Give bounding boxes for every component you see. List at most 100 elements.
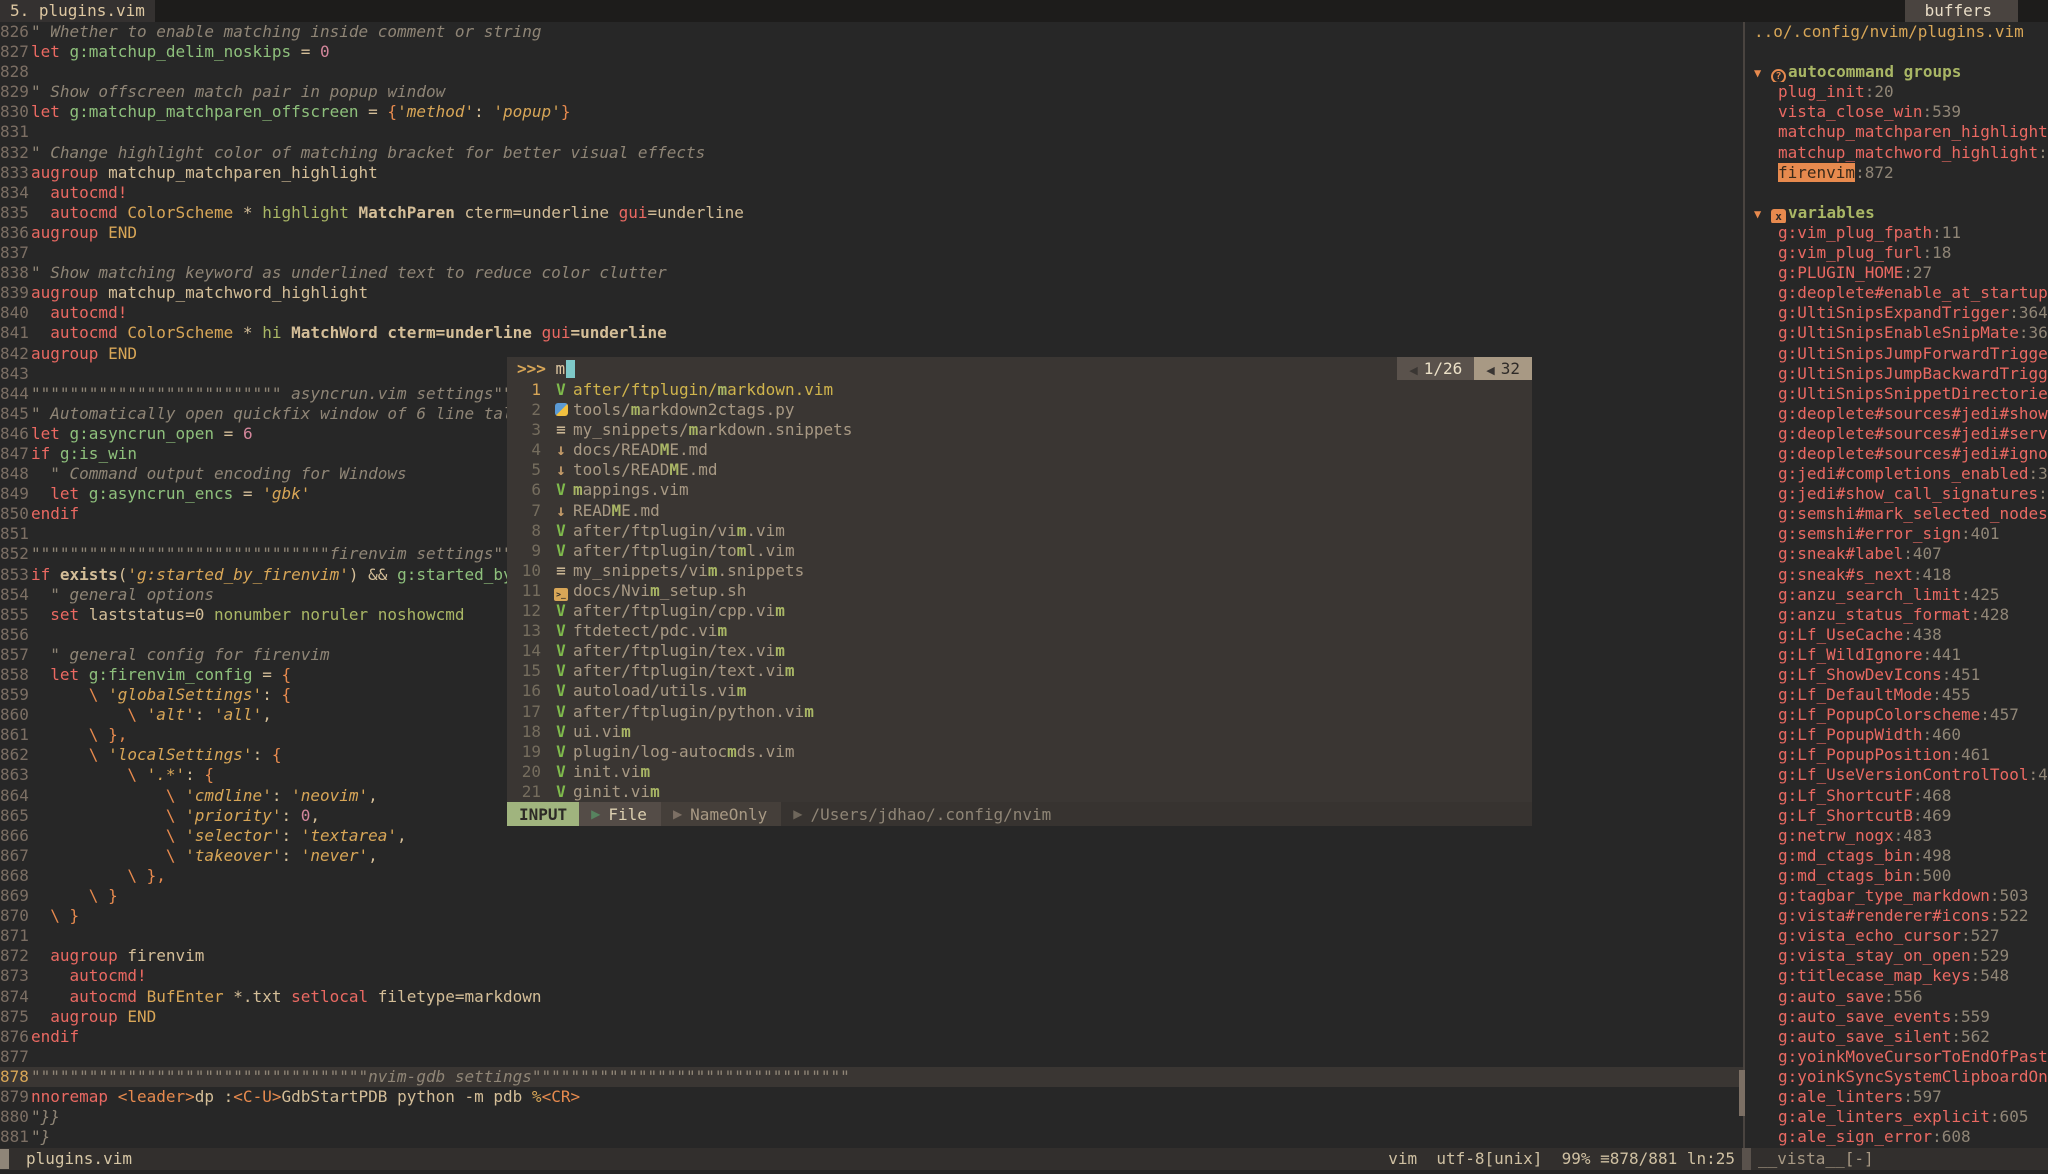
editor-line[interactable]: 840 autocmd!: [0, 303, 1743, 323]
vista-tag-item[interactable]: g:Lf_PopupWidth:460: [1745, 725, 2048, 745]
popup-file-row[interactable]: 15Vafter/ftplugin/text.vim: [507, 661, 1532, 681]
popup-file-row[interactable]: 10≡my_snippets/vim.snippets: [507, 561, 1532, 581]
vista-tag-item[interactable]: firenvim:872: [1745, 163, 2048, 183]
vista-tag-item[interactable]: g:ale_linters:597: [1745, 1087, 2048, 1107]
editor-line[interactable]: 878"""""""""""""""""""""""""""""""""""nv…: [0, 1067, 1743, 1087]
editor-line[interactable]: 841 autocmd ColorScheme * hi MatchWord c…: [0, 323, 1743, 343]
editor-line[interactable]: 837: [0, 243, 1743, 263]
vista-tag-item[interactable]: g:semshi#mark_selected_nodes: [1745, 504, 2048, 524]
editor-line[interactable]: 829" Show offscreen match pair in popup …: [0, 82, 1743, 102]
editor-line[interactable]: 868 \ },: [0, 866, 1743, 886]
popup-file-row[interactable]: 5↓tools/README.md: [507, 460, 1532, 480]
fold-arrow-icon[interactable]: ▼: [1754, 63, 1771, 82]
editor-line[interactable]: 879nnoremap <leader>dp :<C-U>GdbStartPDB…: [0, 1087, 1743, 1107]
vista-tag-item[interactable]: g:jedi#show_call_signatures:: [1745, 484, 2048, 504]
vista-tag-item[interactable]: g:auto_save_events:559: [1745, 1007, 2048, 1027]
vista-tag-item[interactable]: g:tagbar_type_markdown:503: [1745, 886, 2048, 906]
command-line[interactable]: [0, 1170, 2048, 1174]
popup-file-row[interactable]: 13Vftdetect/pdc.vim: [507, 621, 1532, 641]
vista-tag-item[interactable]: g:yoinkSyncSystemClipboardOn: [1745, 1067, 2048, 1087]
editor-line[interactable]: 867 \ 'takeover': 'never',: [0, 846, 1743, 866]
popup-file-row[interactable]: 7↓README.md: [507, 501, 1532, 521]
fold-arrow-icon[interactable]: ▼: [1754, 204, 1771, 223]
vista-tag-item[interactable]: g:Lf_WildIgnore:441: [1745, 645, 2048, 665]
popup-file-row[interactable]: 2tools/markdown2ctags.py: [507, 400, 1532, 420]
vista-tag-item[interactable]: matchup_matchparen_highlight: [1745, 122, 2048, 142]
editor-line[interactable]: 832" Change highlight color of matching …: [0, 143, 1743, 163]
vista-tag-item[interactable]: g:anzu_status_format:428: [1745, 605, 2048, 625]
tab-plugins-vim[interactable]: 5. plugins.vim: [0, 0, 155, 22]
vista-tag-item[interactable]: g:UltiSnipsExpandTrigger:364: [1745, 303, 2048, 323]
vista-tag-item[interactable]: g:deoplete#enable_at_startup: [1745, 283, 2048, 303]
vista-tag-item[interactable]: g:deoplete#sources#jedi#serv: [1745, 424, 2048, 444]
vista-tag-item[interactable]: g:md_ctags_bin:498: [1745, 846, 2048, 866]
editor-line[interactable]: 833augroup matchup_matchparen_highlight: [0, 163, 1743, 183]
buffers-label[interactable]: buffers: [1905, 0, 2018, 22]
vista-tag-item[interactable]: g:Lf_ShortcutF:468: [1745, 786, 2048, 806]
vista-tag-item[interactable]: g:jedi#completions_enabled:3: [1745, 464, 2048, 484]
vista-tag-item[interactable]: vista_close_win:539: [1745, 102, 2048, 122]
editor-line[interactable]: 870 \ }: [0, 906, 1743, 926]
popup-file-row[interactable]: 21Vginit.vim: [507, 782, 1532, 802]
editor-line[interactable]: 880"}}: [0, 1107, 1743, 1127]
vista-tag-item[interactable]: matchup_matchword_highlight:: [1745, 143, 2048, 163]
vista-tag-item[interactable]: g:Lf_UseVersionControlTool:4: [1745, 765, 2048, 785]
popup-file-row[interactable]: 11>_docs/Nvim_setup.sh: [507, 581, 1532, 601]
vista-tag-item[interactable]: g:Lf_UseCache:438: [1745, 625, 2048, 645]
popup-file-row[interactable]: 9Vafter/ftplugin/toml.vim: [507, 541, 1532, 561]
editor-line[interactable]: 839augroup matchup_matchword_highlight: [0, 283, 1743, 303]
vista-tag-item[interactable]: g:netrw_nogx:483: [1745, 826, 2048, 846]
popup-file-row[interactable]: 19Vplugin/log-autocmds.vim: [507, 742, 1532, 762]
popup-file-row[interactable]: 14Vafter/ftplugin/tex.vim: [507, 641, 1532, 661]
vista-tag-item[interactable]: g:md_ctags_bin:500: [1745, 866, 2048, 886]
vista-tag-item[interactable]: g:UltiSnipsEnableSnipMate:36: [1745, 323, 2048, 343]
vista-tag-item[interactable]: g:deoplete#sources#jedi#show: [1745, 404, 2048, 424]
popup-file-row[interactable]: 1Vafter/ftplugin/markdown.vim: [507, 380, 1532, 400]
popup-file-row[interactable]: 16Vautoload/utils.vim: [507, 681, 1532, 701]
vista-tag-item[interactable]: g:deoplete#sources#jedi#igno: [1745, 444, 2048, 464]
vista-tag-item[interactable]: g:sneak#s_next:418: [1745, 565, 2048, 585]
vista-tag-item[interactable]: g:Lf_DefaultMode:455: [1745, 685, 2048, 705]
editor-line[interactable]: 827let g:matchup_delim_noskips = 0: [0, 42, 1743, 62]
editor-line[interactable]: 866 \ 'selector': 'textarea',: [0, 826, 1743, 846]
vista-tag-item[interactable]: g:Lf_ShowDevIcons:451: [1745, 665, 2048, 685]
popup-input-row[interactable]: >>> m ◀1/26 ◀32: [507, 357, 1532, 380]
vista-tag-item[interactable]: g:vista_stay_on_open:529: [1745, 946, 2048, 966]
popup-file-row[interactable]: 4↓docs/README.md: [507, 440, 1532, 460]
editor-line[interactable]: 835 autocmd ColorScheme * highlight Matc…: [0, 203, 1743, 223]
popup-file-row[interactable]: 12Vafter/ftplugin/cpp.vim: [507, 601, 1532, 621]
vista-tag-item[interactable]: g:yoinkMoveCursorToEndOfPast: [1745, 1047, 2048, 1067]
editor-line[interactable]: 871: [0, 926, 1743, 946]
popup-file-row[interactable]: 3≡my_snippets/markdown.snippets: [507, 420, 1532, 440]
editor-line[interactable]: 869 \ }: [0, 886, 1743, 906]
editor-line[interactable]: 838" Show matching keyword as underlined…: [0, 263, 1743, 283]
editor-line[interactable]: 830let g:matchup_matchparen_offscreen = …: [0, 102, 1743, 122]
popup-file-row[interactable]: 17Vafter/ftplugin/python.vim: [507, 702, 1532, 722]
vista-tag-item[interactable]: g:auto_save:556: [1745, 987, 2048, 1007]
editor-line[interactable]: 881"}: [0, 1127, 1743, 1147]
popup-file-row[interactable]: 6Vmappings.vim: [507, 480, 1532, 500]
vista-tag-item[interactable]: g:Lf_PopupColorscheme:457: [1745, 705, 2048, 725]
vista-section-header[interactable]: ▼?autocommand groups: [1745, 62, 2048, 82]
vista-tag-item[interactable]: g:PLUGIN_HOME:27: [1745, 263, 2048, 283]
vista-tag-item[interactable]: g:titlecase_map_keys:548: [1745, 966, 2048, 986]
vista-tag-item[interactable]: g:sneak#label:407: [1745, 544, 2048, 564]
vista-tag-item[interactable]: g:auto_save_silent:562: [1745, 1027, 2048, 1047]
editor-line[interactable]: 831: [0, 122, 1743, 142]
editor-line[interactable]: 872 augroup firenvim: [0, 946, 1743, 966]
vista-tag-item[interactable]: g:semshi#error_sign:401: [1745, 524, 2048, 544]
vista-tag-item[interactable]: g:UltiSnipsJumpBackwardTrigg: [1745, 364, 2048, 384]
popup-file-row[interactable]: 8Vafter/ftplugin/vim.vim: [507, 521, 1532, 541]
popup-file-row[interactable]: 18Vui.vim: [507, 722, 1532, 742]
editor-line[interactable]: 828: [0, 62, 1743, 82]
vista-tag-item[interactable]: g:vista#renderer#icons:522: [1745, 906, 2048, 926]
popup-file-row[interactable]: 20Vinit.vim: [507, 762, 1532, 782]
editor-line[interactable]: 836augroup END: [0, 223, 1743, 243]
vista-tag-item[interactable]: g:UltiSnipsJumpForwardTrigge: [1745, 344, 2048, 364]
vista-tag-item[interactable]: g:UltiSnipsSnippetDirectorie: [1745, 384, 2048, 404]
editor-line[interactable]: 874 autocmd BufEnter *.txt setlocal file…: [0, 987, 1743, 1007]
editor-line[interactable]: 875 augroup END: [0, 1007, 1743, 1027]
search-query[interactable]: m: [556, 359, 566, 378]
vista-tag-item[interactable]: g:vim_plug_furl:18: [1745, 243, 2048, 263]
vista-tag-item[interactable]: g:vim_plug_fpath:11: [1745, 223, 2048, 243]
